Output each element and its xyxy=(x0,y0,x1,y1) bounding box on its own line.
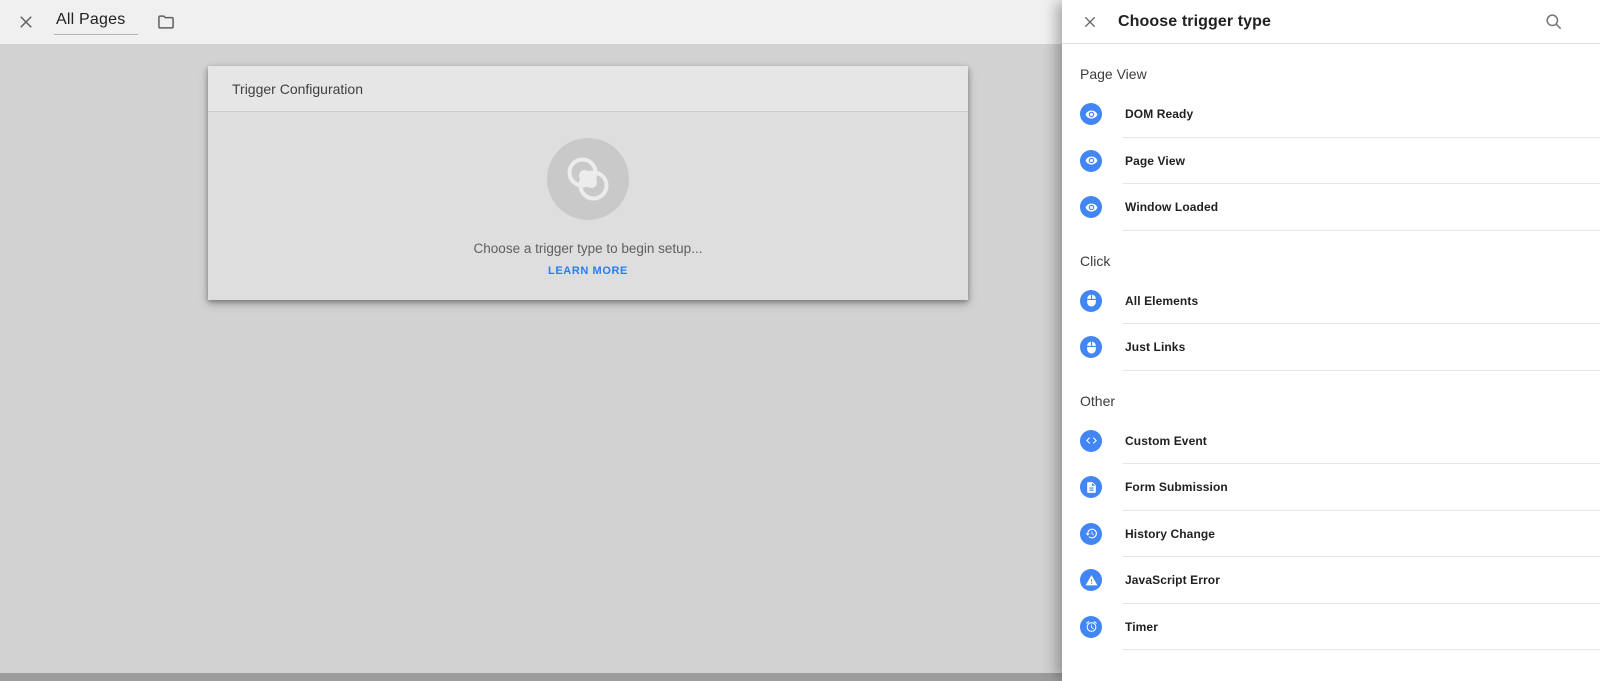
bottom-edge-strip xyxy=(0,673,1062,681)
trigger-type-placeholder[interactable]: Choose a trigger type to begin setup... … xyxy=(208,112,968,300)
section-heading: Page View xyxy=(1080,66,1147,82)
trigger-type-item[interactable]: DOM Ready xyxy=(1062,91,1600,138)
placeholder-text: Choose a trigger type to begin setup... xyxy=(473,241,703,256)
form-icon xyxy=(1080,476,1102,499)
trigger-type-label: Custom Event xyxy=(1125,433,1207,448)
trigger-configuration-card: Trigger Configuration Choose a trigger t… xyxy=(208,66,968,300)
trigger-type-item[interactable]: Timer xyxy=(1062,604,1600,650)
close-editor-button[interactable] xyxy=(8,4,44,40)
row-divider xyxy=(1123,649,1600,650)
trigger-name: All Pages xyxy=(56,11,126,28)
close-panel-button[interactable] xyxy=(1076,8,1104,36)
trigger-rings-icon xyxy=(547,138,629,220)
panel-title: Choose trigger type xyxy=(1118,12,1272,30)
trigger-type-item[interactable]: Form Submission xyxy=(1062,464,1600,511)
trigger-type-label: Window Loaded xyxy=(1125,200,1219,215)
trigger-type-label: History Change xyxy=(1125,526,1216,541)
close-icon xyxy=(1082,14,1098,30)
trigger-type-list: Page View DOM Ready Page View Window Loaded… xyxy=(1062,44,1600,650)
trigger-type-label: Timer xyxy=(1125,619,1158,634)
trigger-type-item[interactable]: Just Links xyxy=(1062,324,1600,371)
trigger-type-item[interactable]: Custom Event xyxy=(1062,418,1600,464)
trigger-type-item[interactable]: History Change xyxy=(1062,511,1600,557)
search-icon xyxy=(1544,12,1564,32)
section-heading: Click xyxy=(1080,252,1111,269)
folder-icon xyxy=(156,12,176,32)
eye-icon xyxy=(1080,149,1102,172)
row-divider xyxy=(1123,369,1600,371)
trigger-type-item[interactable]: JavaScript Error xyxy=(1062,557,1600,604)
trigger-type-label: All Elements xyxy=(1125,293,1199,308)
choose-trigger-type-panel: Choose trigger type Page View DOM Ready Pa… xyxy=(1062,0,1600,681)
learn-more-link[interactable]: LEARN MORE xyxy=(548,265,628,277)
row-divider xyxy=(1123,229,1600,231)
trigger-type-item[interactable]: Window Loaded xyxy=(1062,184,1600,231)
trigger-configuration-header: Trigger Configuration xyxy=(208,66,968,112)
trigger-type-label: Just Links xyxy=(1125,340,1186,355)
history-icon xyxy=(1080,522,1102,545)
mouse-icon xyxy=(1080,336,1102,359)
trigger-type-label: Form Submission xyxy=(1125,480,1228,495)
trigger-type-label: DOM Ready xyxy=(1125,107,1194,122)
trigger-type-item[interactable]: All Elements xyxy=(1062,278,1600,324)
panel-header: Choose trigger type xyxy=(1062,0,1600,44)
search-button[interactable] xyxy=(1542,10,1566,34)
code-icon xyxy=(1080,429,1102,452)
trigger-name-field[interactable]: All Pages xyxy=(54,9,138,35)
mouse-icon xyxy=(1080,289,1102,312)
folder-button[interactable] xyxy=(150,6,182,38)
eye-icon xyxy=(1080,103,1102,126)
timer-icon xyxy=(1080,615,1102,638)
section-heading: Other xyxy=(1080,392,1116,409)
trigger-configuration-title: Trigger Configuration xyxy=(232,80,363,97)
trigger-type-item[interactable]: Page View xyxy=(1062,138,1600,184)
trigger-type-label: Page View xyxy=(1125,153,1186,168)
trigger-type-label: JavaScript Error xyxy=(1125,573,1220,588)
eye-icon xyxy=(1080,196,1102,219)
close-icon xyxy=(17,13,35,31)
warning-icon xyxy=(1080,569,1102,592)
